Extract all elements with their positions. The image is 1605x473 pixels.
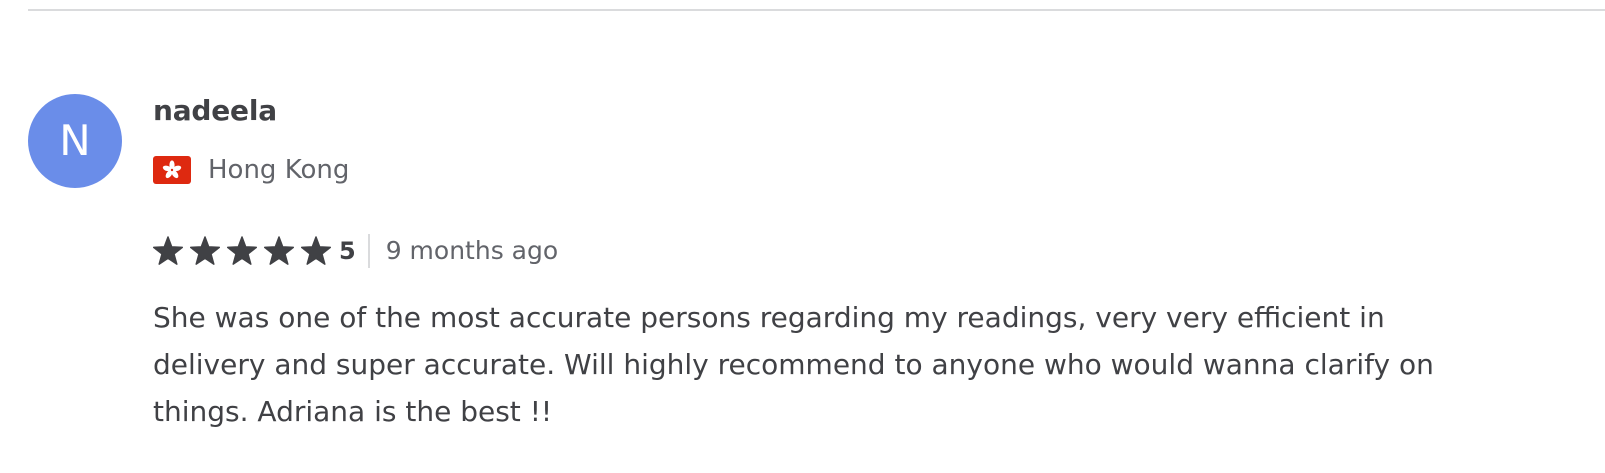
reviewer-country: Hong Kong (153, 154, 349, 186)
rating-value: 5 (339, 237, 356, 265)
star-icon (227, 236, 257, 265)
star-icon (264, 236, 294, 265)
review-text: She was one of the most accurate persons… (153, 301, 1434, 428)
section-divider (28, 9, 1605, 11)
rating-row: 5 9 months ago (153, 234, 558, 268)
country-name: Hong Kong (208, 155, 350, 185)
rating-separator (367, 234, 370, 268)
star-rating (153, 236, 339, 266)
star-icon (153, 236, 183, 265)
avatar[interactable]: N (28, 94, 122, 188)
review-time-ago: 9 months ago (385, 236, 559, 265)
reviewer-username[interactable]: nadeela (153, 94, 277, 128)
hong-kong-flag-icon (153, 156, 191, 184)
review-page: N nadeela Hong Kong 5 9 months ago She w… (0, 0, 1605, 473)
star-icon (190, 236, 220, 265)
star-icon (301, 236, 331, 265)
